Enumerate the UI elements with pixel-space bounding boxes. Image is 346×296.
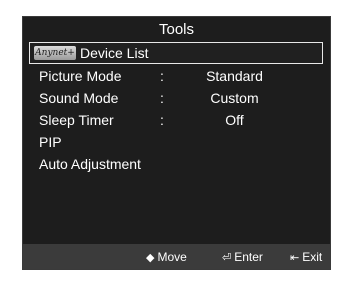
menu-item-label: Sound Mode	[39, 90, 119, 106]
menu-item-sound-mode[interactable]: Sound Mode : Custom	[23, 88, 330, 110]
menu-item-device-list[interactable]: Anynet+ Device List	[29, 42, 323, 64]
help-enter-label: Enter	[234, 250, 263, 264]
help-move: ◆ Move	[146, 250, 187, 264]
menu-item-value: Custom	[210, 90, 259, 106]
move-icon: ◆	[146, 251, 155, 264]
help-move-label: Move	[157, 250, 187, 264]
help-exit-label: Exit	[302, 250, 323, 264]
menu-item-value: Off	[225, 112, 244, 128]
help-enter: ⏎ Enter	[222, 250, 263, 264]
menu-item-label: Device List	[80, 45, 149, 61]
menu-item-label: Auto Adjustment	[39, 156, 141, 172]
help-bar: ◆ Move ⏎ Enter ⇤ Exit	[23, 244, 330, 269]
menu-item-label: Sleep Timer	[39, 112, 114, 128]
menu-item-value: Standard	[206, 68, 263, 84]
menu-item-picture-mode[interactable]: Picture Mode : Standard	[23, 66, 330, 88]
exit-icon: ⇤	[290, 251, 300, 264]
menu-title: Tools	[158, 21, 195, 38]
menu-item-label: PIP	[39, 134, 62, 150]
separator: :	[160, 68, 164, 84]
separator: :	[160, 112, 164, 128]
help-exit: ⇤ Exit	[290, 250, 322, 264]
menu-item-pip[interactable]: PIP	[23, 132, 330, 154]
enter-icon: ⏎	[222, 251, 232, 264]
tools-menu: Tools Anynet+ Device List Picture Mode :…	[22, 16, 331, 270]
anynet-logo: Anynet+	[34, 46, 76, 60]
separator: :	[160, 90, 164, 106]
menu-item-auto-adjustment[interactable]: Auto Adjustment	[23, 154, 330, 176]
menu-list: Picture Mode : Standard Sound Mode : Cus…	[23, 66, 330, 176]
menu-item-sleep-timer[interactable]: Sleep Timer : Off	[23, 110, 330, 132]
menu-item-label: Picture Mode	[39, 68, 122, 84]
